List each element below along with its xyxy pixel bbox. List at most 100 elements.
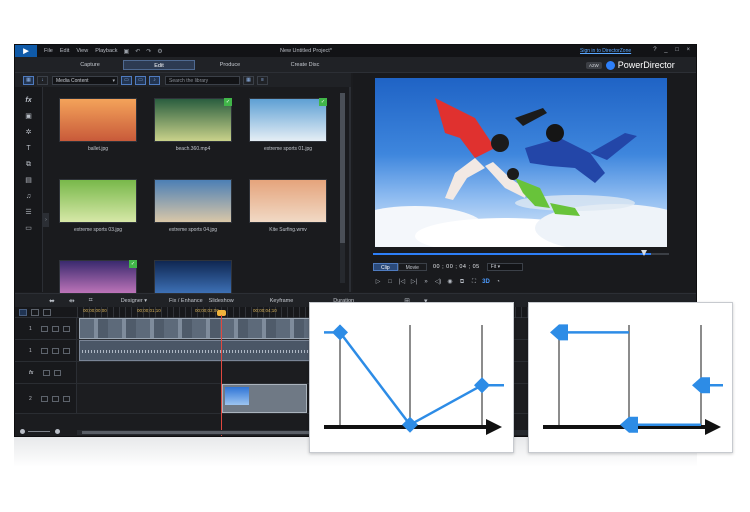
media-thumbnail[interactable] bbox=[154, 98, 232, 142]
library-scroll-grip[interactable] bbox=[340, 93, 345, 243]
media-item[interactable]: ✓ extreme sports 01.jpg bbox=[249, 98, 333, 152]
transition-room-icon[interactable]: ⧉ bbox=[23, 159, 34, 170]
media-item[interactable]: extreme sports 04.jpg bbox=[154, 179, 238, 233]
track-video-icon[interactable] bbox=[41, 325, 48, 332]
fx-room-icon[interactable]: fx bbox=[23, 95, 34, 106]
hold-keyframe-marker bbox=[692, 377, 710, 394]
ruler-mark: 00;00;03;00 bbox=[195, 308, 219, 313]
track-enable-icon[interactable] bbox=[52, 395, 59, 402]
undo-icon[interactable]: ↶ bbox=[135, 48, 140, 55]
track-number: fx bbox=[29, 369, 34, 376]
grid-view-icon[interactable]: ▦ bbox=[243, 75, 254, 85]
preview-seekbar[interactable] bbox=[373, 253, 669, 255]
media-item[interactable]: ✓ beach.360.mp4 bbox=[154, 98, 238, 152]
track-enable-icon[interactable] bbox=[43, 369, 50, 376]
zoom-in-icon[interactable] bbox=[55, 428, 60, 434]
media-thumbnail[interactable] bbox=[249, 98, 327, 142]
library-scrollbar[interactable] bbox=[340, 93, 345, 283]
play-icon[interactable]: ▷ bbox=[373, 277, 383, 287]
media-thumbnail[interactable] bbox=[154, 179, 232, 223]
fast-forward-icon[interactable]: » bbox=[421, 277, 431, 287]
movie-mode-button[interactable]: Movie bbox=[397, 263, 427, 271]
subtitle-room-icon[interactable]: ▭ bbox=[23, 223, 34, 234]
tab-produce[interactable]: Produce bbox=[200, 60, 260, 70]
track-lock-icon[interactable] bbox=[63, 325, 70, 332]
keyframe-diamond bbox=[474, 377, 490, 394]
image-filter-icon[interactable]: ▭ bbox=[135, 75, 146, 85]
track-enable-icon[interactable] bbox=[52, 325, 59, 332]
timeline-scroll-grip[interactable] bbox=[82, 431, 312, 434]
track-enable-icon[interactable] bbox=[52, 347, 59, 354]
save-icon[interactable]: ▣ bbox=[124, 48, 130, 55]
track-lock-icon[interactable] bbox=[63, 395, 70, 402]
next-frame-icon[interactable]: ▷| bbox=[409, 277, 419, 287]
menu-edit[interactable]: Edit bbox=[60, 48, 69, 54]
audio-waveform bbox=[82, 349, 326, 353]
track-video-icon[interactable] bbox=[41, 395, 48, 402]
zoom-slider[interactable] bbox=[28, 430, 50, 432]
fullscreen-icon[interactable]: ⛶ bbox=[469, 277, 479, 287]
particle-room-icon[interactable]: ✲ bbox=[23, 127, 34, 138]
chapter-room-icon[interactable]: ☰ bbox=[23, 207, 34, 218]
more-options-icon[interactable]: ≡ bbox=[257, 75, 268, 85]
title-room-icon[interactable]: T bbox=[23, 143, 34, 154]
video-clip[interactable] bbox=[79, 318, 329, 339]
crop-icon[interactable]: ⌗ bbox=[89, 297, 93, 305]
menu-file[interactable]: File bbox=[44, 48, 53, 54]
keyframe-button[interactable]: Keyframe bbox=[270, 298, 294, 304]
video-filter-icon[interactable]: ▭ bbox=[121, 75, 132, 85]
split-icon[interactable]: ⬌ bbox=[49, 297, 55, 305]
chevron-right-icon[interactable]: › bbox=[43, 213, 49, 227]
volume-icon[interactable]: ◁) bbox=[433, 277, 443, 287]
settings-icon[interactable]: ⚙ bbox=[157, 48, 162, 55]
audio-filter-icon[interactable]: ♪ bbox=[149, 75, 160, 85]
audio-mixer-icon[interactable]: ▤ bbox=[23, 175, 34, 186]
track-manager-icon[interactable] bbox=[43, 309, 51, 316]
redo-icon[interactable]: ↷ bbox=[146, 48, 151, 55]
window-controls[interactable]: ? _ □ × bbox=[653, 47, 693, 53]
library-dropdown[interactable]: Media Content ▾ bbox=[52, 75, 118, 85]
media-item[interactable]: ballet.jpg bbox=[59, 98, 143, 152]
powerdirector-logo-icon bbox=[605, 60, 615, 70]
storyboard-view-icon[interactable] bbox=[19, 309, 27, 316]
menu-playback[interactable]: Playback bbox=[95, 48, 117, 54]
media-thumbnail[interactable] bbox=[59, 98, 137, 142]
snapshot-icon[interactable]: ◉ bbox=[445, 277, 455, 287]
media-item[interactable]: extreme sports 03.jpg bbox=[59, 179, 143, 233]
tab-edit[interactable]: Edit bbox=[123, 60, 195, 70]
timecode-display[interactable]: 00 ; 00 ; 04 ; 05 bbox=[433, 264, 480, 270]
preview-quality-icon[interactable]: ◔ bbox=[493, 277, 503, 287]
preview-video[interactable] bbox=[375, 78, 667, 247]
tab-capture[interactable]: Capture bbox=[60, 60, 120, 70]
media-item[interactable]: Kite Surfing.wmv bbox=[249, 179, 333, 233]
voice-over-icon[interactable]: ♫ bbox=[23, 191, 34, 202]
media-thumbnail[interactable] bbox=[59, 179, 137, 223]
fix-enhance-button[interactable]: Fix / Enhance bbox=[169, 298, 203, 304]
tab-create-disc[interactable]: Create Disc bbox=[270, 60, 340, 70]
chevron-down-icon: ▾ bbox=[112, 77, 115, 84]
slideshow-button[interactable]: Slideshow bbox=[209, 298, 234, 304]
track-lock-icon[interactable] bbox=[63, 347, 70, 354]
previous-frame-icon[interactable]: |◁ bbox=[397, 277, 407, 287]
signin-link[interactable]: Sign in to DirectorZone bbox=[580, 48, 631, 54]
import-icon[interactable]: ↓ bbox=[37, 75, 48, 85]
pip-clip[interactable] bbox=[222, 384, 307, 413]
designer-menu[interactable]: Designer ▾ bbox=[121, 298, 147, 304]
media-thumbnail[interactable] bbox=[249, 179, 327, 223]
trim-icon[interactable]: ⇹ bbox=[69, 297, 75, 305]
timeline-view-icon[interactable] bbox=[31, 309, 39, 316]
stop-icon[interactable]: □ bbox=[385, 277, 395, 287]
menu-view[interactable]: View bbox=[76, 48, 88, 54]
clip-mode-button[interactable]: Clip bbox=[373, 263, 398, 271]
zoom-fit-select[interactable]: Fit ▾ bbox=[486, 263, 523, 271]
pip-room-icon[interactable]: ▣ bbox=[23, 111, 34, 122]
library-search-input[interactable]: Search the library bbox=[165, 75, 240, 85]
zoom-out-icon[interactable] bbox=[20, 428, 25, 434]
3d-mode-icon[interactable]: 3D bbox=[481, 277, 491, 287]
undock-icon[interactable]: ⧉ bbox=[457, 277, 467, 287]
media-room-icon[interactable]: ▦ bbox=[23, 75, 34, 85]
track-audio-icon[interactable] bbox=[41, 347, 48, 354]
track-lock-icon[interactable] bbox=[54, 369, 61, 376]
audio-clip[interactable] bbox=[79, 340, 329, 361]
seek-handle[interactable] bbox=[641, 250, 647, 256]
